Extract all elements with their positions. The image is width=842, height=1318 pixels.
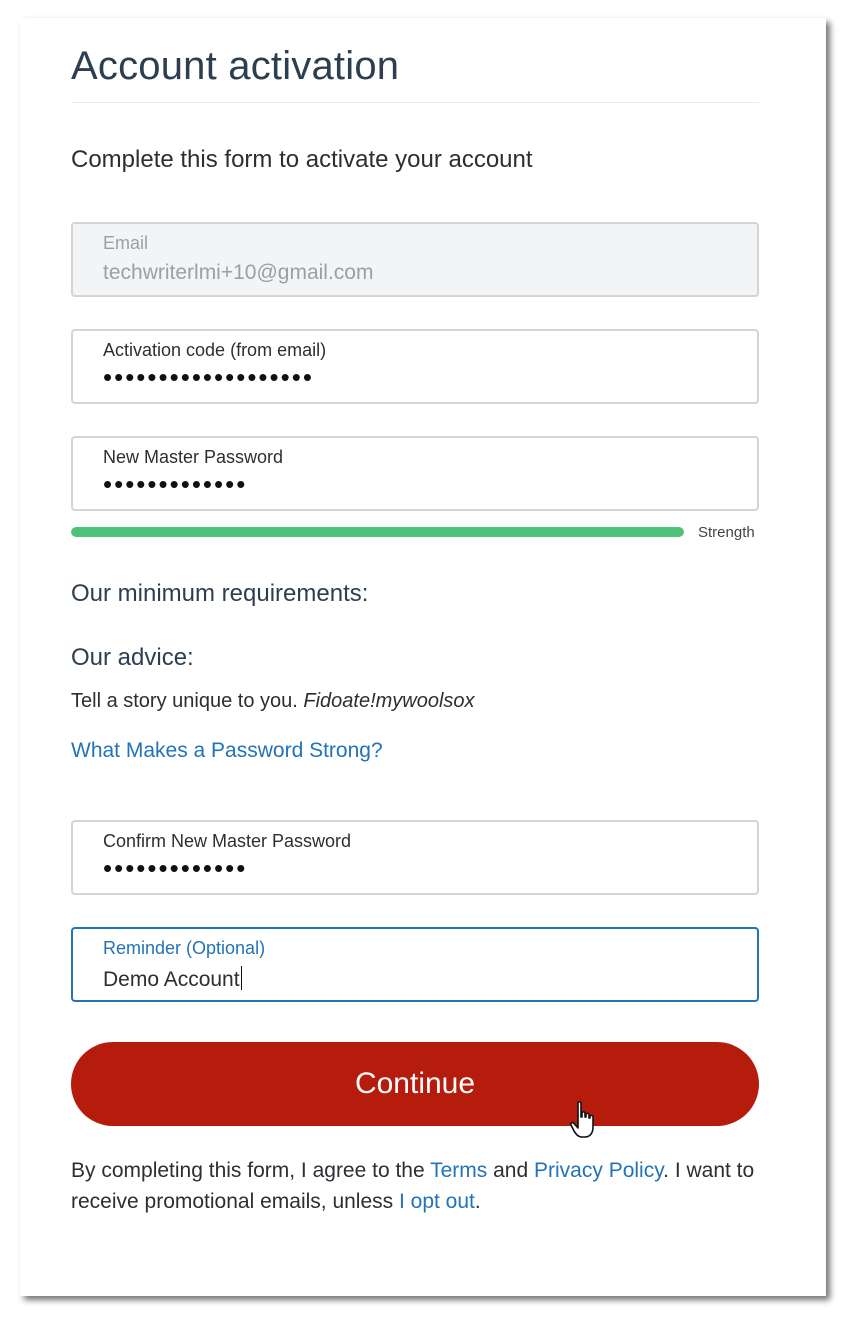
activation-code-value[interactable]: •••••••••••••••••••	[103, 362, 314, 393]
email-value: techwriterlmi+10@gmail.com	[103, 261, 374, 284]
new-password-value[interactable]: •••••••••••••	[103, 469, 247, 500]
password-strength-help-link[interactable]: What Makes a Password Strong?	[71, 739, 383, 763]
activation-code-label: Activation code (from email)	[103, 340, 327, 360]
continue-button-label: Continue	[354, 1067, 476, 1100]
reminder-label: Reminder (Optional)	[103, 938, 266, 958]
password-strength-fill	[71, 527, 684, 537]
new-password-field[interactable]: New Master Password •••••••••••••	[71, 436, 759, 511]
advice-example: Fidoate!mywoolsox	[303, 690, 475, 712]
advice-text: Tell a story unique to you. Fidoate!mywo…	[71, 690, 475, 713]
legal-text-1: By completing this form, I agree to the	[71, 1159, 431, 1182]
activation-card: Account activation Complete this form to…	[20, 18, 826, 1296]
reminder-value: Demo Account	[103, 968, 240, 991]
confirm-password-field[interactable]: Confirm New Master Password ••••••••••••…	[71, 820, 759, 895]
page-title: Account activation	[71, 44, 400, 88]
hand-pointer-icon	[569, 1101, 594, 1138]
text-cursor	[240, 966, 242, 990]
legal-text-2: and	[487, 1159, 535, 1182]
title-divider	[71, 102, 759, 103]
confirm-password-value[interactable]: •••••••••••••	[103, 853, 247, 884]
reminder-field[interactable]: Reminder (Optional) Demo Account	[71, 927, 759, 1002]
legal-text-4: .	[474, 1190, 481, 1213]
new-password-label: New Master Password	[103, 447, 284, 467]
legal-notice: By completing this form, I agree to the …	[71, 1155, 759, 1217]
email-field: Email techwriterlmi+10@gmail.com	[71, 222, 759, 297]
password-strength-label: Strength	[698, 524, 755, 541]
terms-link[interactable]: Terms	[430, 1159, 487, 1182]
continue-button[interactable]: Continue	[71, 1042, 759, 1126]
requirements-heading: Our minimum requirements:	[71, 580, 369, 607]
opt-out-link[interactable]: I opt out	[399, 1190, 475, 1213]
privacy-policy-link[interactable]: Privacy Policy	[534, 1159, 663, 1182]
confirm-password-label: Confirm New Master Password	[103, 831, 352, 851]
activation-code-field[interactable]: Activation code (from email) •••••••••••…	[71, 329, 759, 404]
reminder-input[interactable]: Demo Account	[103, 966, 242, 992]
password-strength-bar	[71, 527, 684, 537]
advice-sentence: Tell a story unique to you.	[71, 690, 298, 712]
advice-heading: Our advice:	[71, 644, 194, 671]
form-subtitle: Complete this form to activate your acco…	[71, 146, 533, 173]
email-label: Email	[103, 233, 149, 253]
